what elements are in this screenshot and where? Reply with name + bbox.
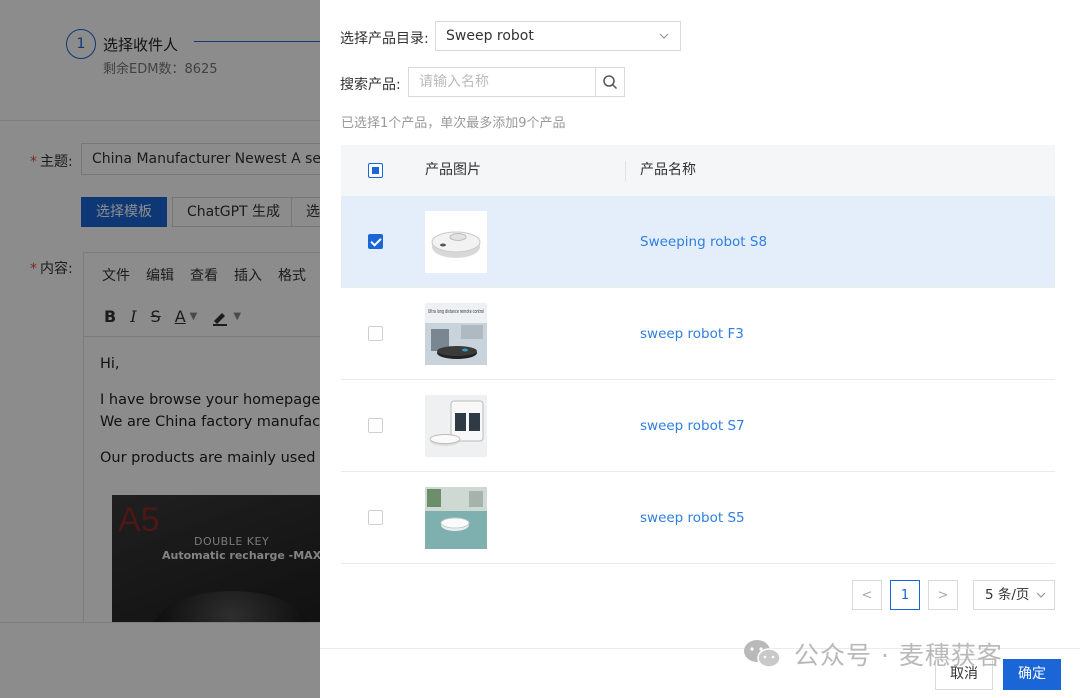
page-size-select[interactable]: 5 条/页 xyxy=(973,580,1055,610)
search-label: 搜索产品: xyxy=(340,77,401,93)
page-size-value: 5 条/页 xyxy=(985,587,1030,603)
chevron-down-icon xyxy=(1035,581,1047,620)
product-name-link[interactable]: sweep robot S5 xyxy=(640,472,745,564)
column-separator xyxy=(625,161,626,181)
row-checkbox[interactable] xyxy=(368,418,383,433)
table-row[interactable]: sweep robot S5 xyxy=(341,472,1055,564)
column-header-image: 产品图片 xyxy=(425,162,481,178)
watermark-text: 公众号 · 麦穗获客 xyxy=(794,641,1003,670)
thumbnail-caption: Ultra long distance remote control xyxy=(428,309,484,315)
product-thumbnail: Ultra long distance remote control xyxy=(425,303,487,365)
select-all-checkbox[interactable] xyxy=(368,163,383,178)
prev-page-button[interactable]: < xyxy=(852,580,882,610)
catalog-label: 选择产品目录: xyxy=(340,31,429,47)
search-button[interactable] xyxy=(595,67,625,97)
selection-hint: 已选择1个产品，单次最多添加9个产品 xyxy=(341,116,566,131)
product-table: 产品图片 产品名称 Sweeping robot S8 Ultra long d… xyxy=(341,145,1055,564)
product-select-drawer: 选择产品目录: Sweep robot 搜索产品: 已选择1个产品，单次最多添加… xyxy=(320,0,1080,698)
page-1-button[interactable]: 1 xyxy=(890,580,920,610)
column-header-name: 产品名称 xyxy=(640,162,696,178)
next-page-button[interactable]: > xyxy=(928,580,958,610)
catalog-value: Sweep robot xyxy=(446,28,534,44)
product-name-link[interactable]: sweep robot S7 xyxy=(640,380,745,472)
table-row[interactable]: Ultra long distance remote control sweep… xyxy=(341,288,1055,380)
search-icon xyxy=(603,75,618,90)
catalog-select[interactable]: Sweep robot xyxy=(435,21,681,51)
modal-overlay[interactable] xyxy=(0,0,320,698)
product-name-link[interactable]: Sweeping robot S8 xyxy=(640,196,767,288)
table-row[interactable]: Sweeping robot S8 xyxy=(341,196,1055,288)
row-checkbox[interactable] xyxy=(368,234,383,249)
product-thumbnail xyxy=(425,487,487,549)
product-thumbnail xyxy=(425,211,487,273)
table-header: 产品图片 产品名称 xyxy=(341,145,1055,196)
wechat-icon xyxy=(744,640,781,668)
confirm-button[interactable]: 确定 xyxy=(1003,659,1061,690)
product-name-link[interactable]: sweep robot F3 xyxy=(640,288,744,380)
product-thumbnail xyxy=(425,395,487,457)
chevron-down-icon xyxy=(658,22,670,61)
row-checkbox[interactable] xyxy=(368,326,383,341)
table-row[interactable]: sweep robot S7 xyxy=(341,380,1055,472)
search-input[interactable] xyxy=(408,67,596,97)
watermark: 公众号 · 麦穗获客 xyxy=(742,636,1003,672)
row-checkbox[interactable] xyxy=(368,510,383,525)
